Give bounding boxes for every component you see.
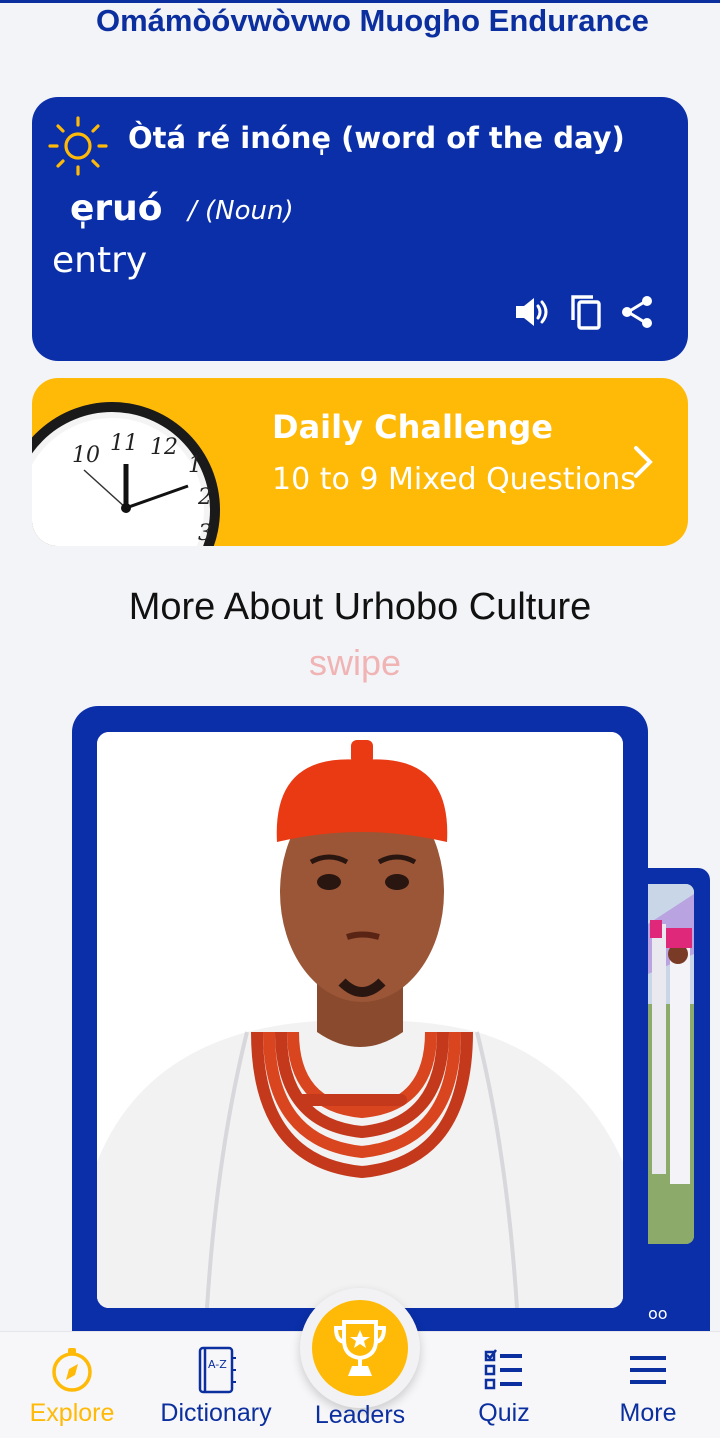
clock-numeral: 11 [110, 431, 138, 456]
clock-numeral: 10 [72, 443, 100, 468]
nav-explore-label: Explore [29, 1399, 115, 1427]
nav-dictionary-label: Dictionary [160, 1399, 272, 1427]
clock-numeral: 3 [198, 521, 212, 546]
trophy-icon [333, 1320, 387, 1376]
nav-leaders[interactable] [300, 1288, 420, 1408]
sun-icon [48, 116, 108, 176]
nav-more-label: More [619, 1399, 677, 1427]
compass-icon [52, 1348, 92, 1392]
clock-numeral: 2 [197, 485, 212, 510]
menu-icon [630, 1356, 666, 1384]
carousel-next-caption: oo [648, 1304, 668, 1323]
svg-text:A-Z: A-Z [208, 1358, 227, 1371]
nav-quiz-label: Quiz [478, 1399, 530, 1427]
culture-section-title: More About Urhobo Culture [128, 586, 592, 628]
nav-leaders-label: Leaders [314, 1401, 406, 1429]
copy-icon[interactable] [566, 292, 606, 332]
nav-more[interactable]: More [576, 1340, 720, 1436]
leader-photo[interactable] [97, 732, 623, 1308]
chevron-right-icon[interactable] [628, 444, 658, 480]
clock-numeral: 1 [188, 453, 202, 478]
checklist-icon [484, 1349, 522, 1390]
book-icon: A-Z [198, 1346, 236, 1394]
carousel-next-photo[interactable] [648, 884, 694, 1244]
part-of-speech: / (Noun) [188, 196, 294, 226]
nav-explore[interactable]: Explore [0, 1340, 144, 1436]
daily-challenge-subtitle: 10 to 9 Mixed Questions [272, 462, 636, 497]
word-of-day-title: Òtá ré inóne̩ (word of the day) [128, 121, 625, 155]
word-of-day-word: e̩ruó [70, 188, 163, 229]
daily-challenge-title: Daily Challenge [272, 408, 553, 446]
share-icon[interactable] [618, 292, 658, 332]
nav-dictionary[interactable]: A-Z Dictionary [144, 1340, 288, 1436]
swipe-hint: swipe [308, 642, 402, 683]
clock-icon: 10 11 12 1 2 3 4 5 [32, 402, 220, 546]
clock-numeral: 12 [150, 435, 178, 460]
speaker-icon[interactable] [513, 292, 553, 332]
word-meaning: entry [52, 240, 148, 281]
user-name: Omámòóvwòvwo Muogho Endurance [96, 3, 649, 38]
nav-quiz[interactable]: Quiz [432, 1340, 576, 1436]
